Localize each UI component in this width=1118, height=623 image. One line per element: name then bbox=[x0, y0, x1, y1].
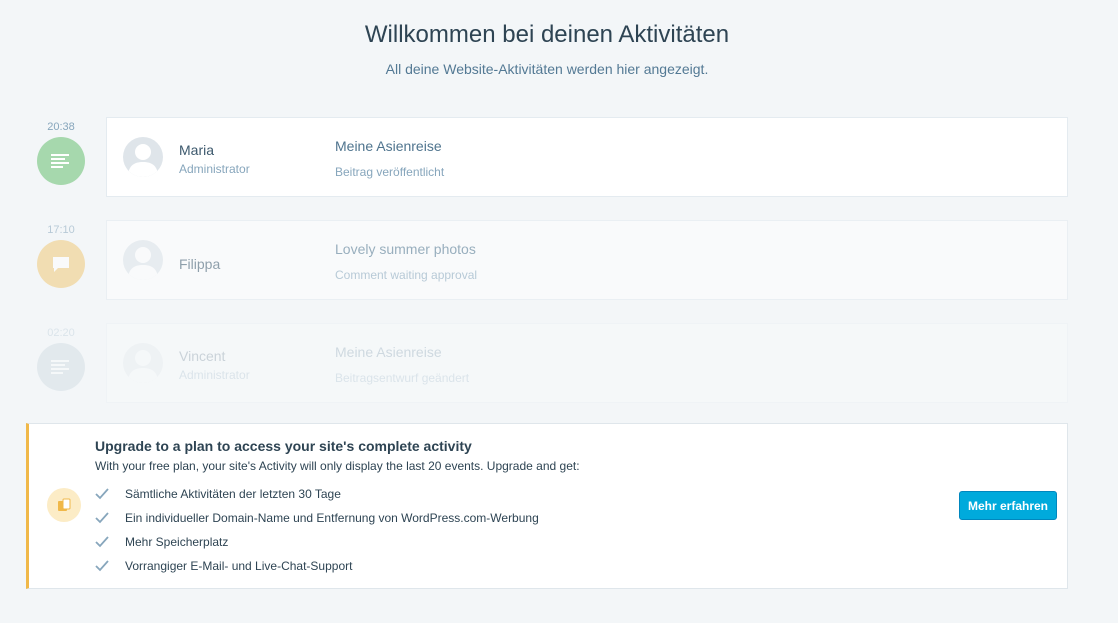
list-item: Sämtliche Aktivitäten der letzten 30 Tag… bbox=[95, 482, 539, 506]
list-item: Ein individueller Domain-Name und Entfer… bbox=[95, 506, 539, 530]
avatar bbox=[123, 137, 163, 177]
posts-icon bbox=[37, 137, 85, 185]
activity-event: 02:20 Vincent Administrator Meine Asienr… bbox=[0, 323, 1118, 410]
actor-name: Maria bbox=[179, 142, 215, 158]
actor-role: Administrator bbox=[179, 368, 250, 382]
list-item: Mehr Speicherplatz bbox=[95, 530, 539, 554]
feature-label: Sämtliche Aktivitäten der letzten 30 Tag… bbox=[125, 487, 341, 501]
checkmark-icon bbox=[95, 510, 125, 526]
upgrade-banner: Upgrade to a plan to access your site's … bbox=[26, 423, 1068, 589]
feature-list: Sämtliche Aktivitäten der letzten 30 Tag… bbox=[95, 482, 539, 578]
event-time: 02:20 bbox=[47, 327, 75, 339]
event-title[interactable]: Meine Asienreise bbox=[335, 344, 442, 360]
feature-label: Vorrangiger E-Mail- und Live-Chat-Suppor… bbox=[125, 559, 353, 573]
checkmark-icon bbox=[95, 534, 125, 550]
activity-event: 17:10 Filippa Lovely summer photos Comme… bbox=[0, 220, 1118, 307]
learn-more-button[interactable]: Mehr erfahren bbox=[959, 491, 1057, 520]
avatar bbox=[123, 343, 163, 383]
checkmark-icon bbox=[95, 486, 125, 502]
page-title: Willkommen bei deinen Aktivitäten bbox=[364, 21, 730, 48]
event-description: Beitragsentwurf geändert bbox=[335, 371, 470, 385]
checkmark-icon bbox=[95, 558, 125, 574]
page-subtitle: All deine Website-Aktivitäten werden hie… bbox=[385, 61, 709, 77]
event-description: Beitrag veröffentlicht bbox=[335, 165, 445, 179]
actor-name: Filippa bbox=[179, 256, 221, 272]
event-card[interactable]: Vincent Administrator Meine Asienreise B… bbox=[106, 323, 1068, 403]
page-header: Willkommen bei deinen Aktivitäten All de… bbox=[0, 20, 1094, 78]
upgrade-title: Upgrade to a plan to access your site's … bbox=[95, 438, 472, 454]
actor-name: Vincent bbox=[179, 348, 226, 364]
upgrade-text: With your free plan, your site's Activit… bbox=[95, 459, 580, 473]
feature-label: Mehr Speicherplatz bbox=[125, 535, 229, 549]
feature-label: Ein individueller Domain-Name und Entfer… bbox=[125, 511, 539, 525]
event-time: 17:10 bbox=[47, 224, 75, 236]
posts-icon bbox=[37, 343, 85, 391]
event-title[interactable]: Meine Asienreise bbox=[335, 138, 442, 154]
event-card[interactable]: Filippa Lovely summer photos Comment wai… bbox=[106, 220, 1068, 300]
avatar bbox=[123, 240, 163, 280]
comment-icon bbox=[37, 240, 85, 288]
event-title[interactable]: Lovely summer photos bbox=[335, 241, 476, 257]
event-time: 20:38 bbox=[47, 121, 75, 133]
upgrade-icon bbox=[47, 488, 81, 522]
actor-role: Administrator bbox=[179, 162, 250, 176]
list-item: Vorrangiger E-Mail- und Live-Chat-Suppor… bbox=[95, 554, 539, 578]
event-description: Comment waiting approval bbox=[335, 268, 478, 282]
activity-event: 20:38 Maria Administrator Meine Asienrei… bbox=[0, 117, 1118, 204]
event-card[interactable]: Maria Administrator Meine Asienreise Bei… bbox=[106, 117, 1068, 197]
